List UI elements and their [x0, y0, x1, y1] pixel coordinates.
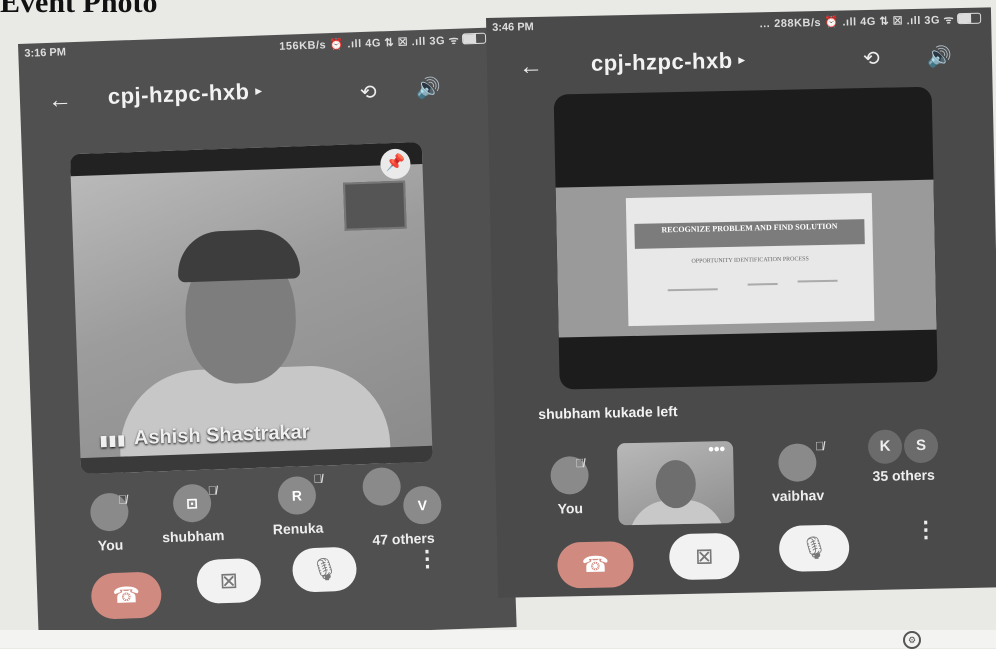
slide-line: [667, 288, 718, 292]
mic-muted-icon: 🎙̸: [814, 439, 825, 454]
participant-left-notice: shubham kukade left: [538, 403, 678, 422]
participant-tile-you[interactable]: 🎙̸ You: [539, 455, 600, 517]
participant-name: vaibhav: [771, 487, 825, 505]
meeting-code[interactable]: cpj-hzpc-hxb ▸: [107, 79, 262, 110]
meeting-code[interactable]: cpj-hzpc-hxb ▸: [591, 48, 746, 77]
back-arrow-icon[interactable]: ←: [519, 53, 544, 81]
avatar: R: [277, 475, 317, 516]
video-top-bar: [69, 141, 423, 177]
participant-name: shubham: [161, 527, 225, 546]
status-bar: 3:46 PM … 288KB/s ⏰ .ıll 4G ⇅ ☒ .ıll 3G …: [486, 7, 991, 40]
mic-muted-icon: 🎙̸: [575, 456, 585, 471]
avatar-initial: S: [903, 428, 939, 464]
back-arrow-icon[interactable]: ←: [48, 86, 73, 115]
speaker-icon[interactable]: 🔊: [415, 75, 441, 101]
mic-muted-icon: 🎙̸: [207, 483, 217, 498]
chevron-right-icon: ▸: [738, 52, 746, 67]
mic-off-button[interactable]: 🎙: [291, 546, 358, 593]
mic-muted-icon: 🎙̸: [117, 492, 128, 507]
avatar-initial: V: [402, 485, 442, 525]
slide: RECOGNIZE PROBLEM AND FIND SOLUTION OPPO…: [625, 192, 875, 327]
status-bar: 3:16 PM 156KB/s ⏰ .ıll 4G ⇅ ☒ .ıll 3G ᯤ: [18, 27, 496, 66]
avatar: [362, 466, 402, 507]
pin-icon[interactable]: 📌: [379, 148, 411, 180]
status-network: 156KB/s ⏰ .ıll 4G ⇅ ☒ .ıll 3G ᯤ: [279, 34, 460, 53]
participant-tile-others[interactable]: KS 35 others: [855, 428, 952, 484]
participant-count: 47 others: [372, 529, 435, 548]
participant-name: You: [97, 536, 124, 554]
right-phone-screen: 3:46 PM … 288KB/s ⏰ .ıll 4G ⇅ ☒ .ıll 3G …: [486, 7, 996, 598]
shared-screen: RECOGNIZE PROBLEM AND FIND SOLUTION OPPO…: [555, 179, 937, 338]
presentation-tile[interactable]: RECOGNIZE PROBLEM AND FIND SOLUTION OPPO…: [553, 86, 938, 390]
main-video-tile[interactable]: 📌 ▮▮▮ Ashish Shastrakar: [69, 141, 433, 475]
participant-count: 35 others: [872, 466, 935, 485]
end-call-button[interactable]: ☎: [557, 541, 634, 589]
camera-off-button[interactable]: ⊠: [196, 557, 262, 605]
status-time: 3:46 PM: [492, 21, 534, 34]
audio-level-icon: ▮▮▮: [99, 431, 127, 449]
battery-icon: [461, 32, 487, 45]
tile-menu-icon[interactable]: •••: [708, 441, 725, 459]
avatar: ⊡: [172, 483, 212, 523]
participant-name: Renuka: [272, 519, 324, 538]
slide-line: [797, 279, 838, 283]
camera-off-button[interactable]: ⊠: [668, 532, 740, 581]
slide-heading: RECOGNIZE PROBLEM AND FIND SOLUTION: [634, 219, 865, 249]
meeting-code-label: cpj-hzpc-hxb: [107, 78, 250, 109]
settings-icon: ⚙: [903, 631, 921, 649]
self-video-tile[interactable]: •••: [616, 440, 735, 526]
slide-line: [747, 282, 778, 286]
mic-off-button[interactable]: 🎙: [778, 524, 850, 572]
mic-muted-icon: 🎙̸: [313, 471, 323, 486]
status-network: … 288KB/s ⏰ .ıll 4G ⇅ ☒ .ıll 3G ᯤ: [759, 14, 955, 31]
speaker-icon[interactable]: 🔊: [927, 44, 952, 70]
paper-background: [0, 630, 996, 648]
app-bar: ← cpj-hzpc-hxb ▸ ⟲ 🔊: [487, 37, 993, 88]
participant-tile-vaibhav[interactable]: 🎙̸ vaibhav: [757, 439, 838, 505]
switch-camera-icon[interactable]: ⟲: [863, 46, 880, 71]
more-options-icon[interactable]: ⋮: [416, 546, 439, 573]
avatar: [777, 443, 817, 482]
more-options-icon[interactable]: ⋮: [915, 517, 938, 543]
battery-icon: [957, 12, 982, 25]
slide-subheading: OPPORTUNITY IDENTIFICATION PROCESS: [691, 256, 809, 265]
document-title: Event Photo: [0, 0, 158, 19]
avatar-initial: K: [867, 429, 903, 465]
meeting-code-label: cpj-hzpc-hxb: [590, 47, 733, 76]
end-call-button[interactable]: ☎: [90, 571, 163, 620]
switch-camera-icon[interactable]: ⟲: [359, 80, 378, 106]
app-bar: ← cpj-hzpc-hxb ▸ ⟲ 🔊: [19, 65, 498, 122]
left-phone-screen: 3:16 PM 156KB/s ⏰ .ıll 4G ⇅ ☒ .ıll 3G ᯤ …: [18, 27, 517, 644]
participant-name: You: [557, 500, 584, 517]
wall-frame: [343, 180, 407, 231]
participant-tile-renuka[interactable]: R 🎙̸ Renuka: [251, 471, 343, 538]
speaker-figure-hair: [176, 228, 301, 283]
participant-tile-you[interactable]: 🎙̸ You: [74, 492, 146, 554]
status-time: 3:16 PM: [24, 46, 67, 60]
participant-tile-others[interactable]: V 47 others: [351, 465, 454, 548]
chevron-right-icon: ▸: [255, 83, 263, 98]
participant-tile-shubham[interactable]: ⊡ 🎙̸ shubham: [145, 483, 239, 546]
